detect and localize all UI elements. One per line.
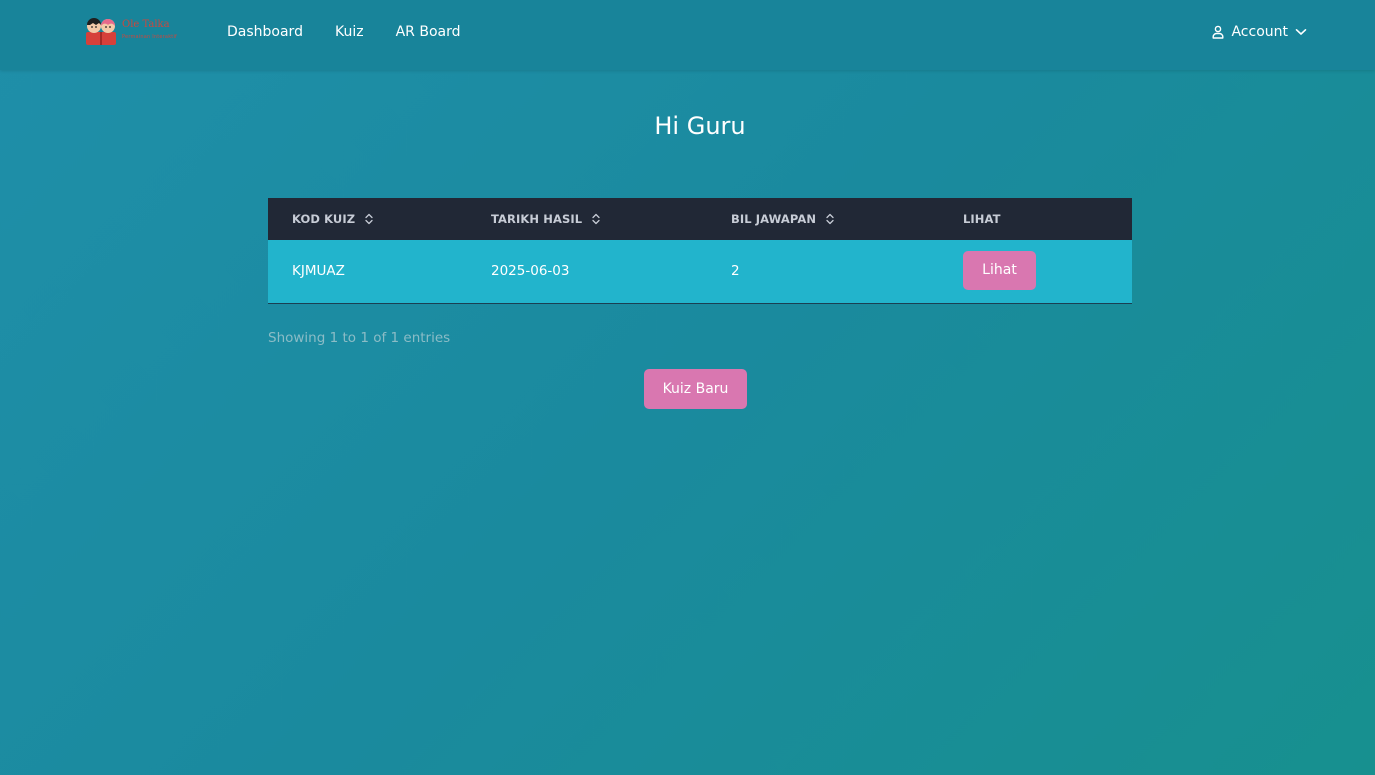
logo-subtitle: Permainan Interaktif	[122, 34, 178, 40]
account-menu[interactable]: Account	[1212, 22, 1307, 42]
table-entries-info: Showing 1 to 1 of 1 entries	[268, 330, 451, 346]
new-quiz-button[interactable]: Kuiz Baru	[644, 369, 747, 409]
sort-icon	[826, 213, 834, 225]
sort-icon	[592, 213, 600, 225]
chevron-down-icon	[1295, 29, 1307, 35]
table-header-row: KOD KUIZ TARIKH HASIL BIL JAWAPAN LIHAT	[268, 198, 1132, 240]
column-header-label: LIHAT	[963, 212, 1001, 226]
column-header-bil-jawapan[interactable]: BIL JAWAPAN	[707, 198, 939, 240]
column-header-label: TARIKH HASIL	[491, 212, 583, 226]
column-header-label: KOD KUIZ	[292, 212, 356, 226]
sort-icon	[365, 213, 373, 225]
kids-reading-logo-icon	[86, 18, 116, 45]
logo-title: Ole Talka	[122, 19, 170, 30]
app-logo[interactable]: Ole Talka Permainan Interaktif	[84, 15, 190, 47]
column-header-label: BIL JAWAPAN	[731, 212, 817, 226]
page-title: Hi Guru	[654, 112, 746, 140]
main-nav: Dashboard Kuiz AR Board	[227, 22, 460, 42]
cell-bil-jawapan: 2	[731, 263, 740, 280]
cell-kod-kuiz: KJMUAZ	[292, 263, 345, 280]
column-header-lihat: LIHAT	[939, 198, 1132, 240]
results-table-container: KOD KUIZ TARIKH HASIL BIL JAWAPAN LIHAT …	[268, 198, 1132, 304]
results-table: KOD KUIZ TARIKH HASIL BIL JAWAPAN LIHAT …	[268, 198, 1132, 304]
nav-link-ar-board[interactable]: AR Board	[396, 22, 461, 42]
column-header-kod-kuiz[interactable]: KOD KUIZ	[268, 198, 467, 240]
nav-link-kuiz[interactable]: Kuiz	[335, 22, 364, 42]
column-header-tarikh-hasil[interactable]: TARIKH HASIL	[467, 198, 707, 240]
nav-link-dashboard[interactable]: Dashboard	[227, 22, 303, 42]
cell-tarikh-hasil: 2025-06-03	[491, 263, 570, 280]
user-icon	[1212, 25, 1224, 39]
account-label: Account	[1231, 24, 1288, 40]
cell-lihat: Lihat	[939, 240, 1132, 303]
table-row: KJMUAZ 2025-06-03 2 Lihat	[268, 240, 1132, 303]
view-result-button[interactable]: Lihat	[963, 250, 1036, 290]
top-navbar: Ole Talka Permainan Interaktif Dashboard…	[0, 0, 1375, 70]
